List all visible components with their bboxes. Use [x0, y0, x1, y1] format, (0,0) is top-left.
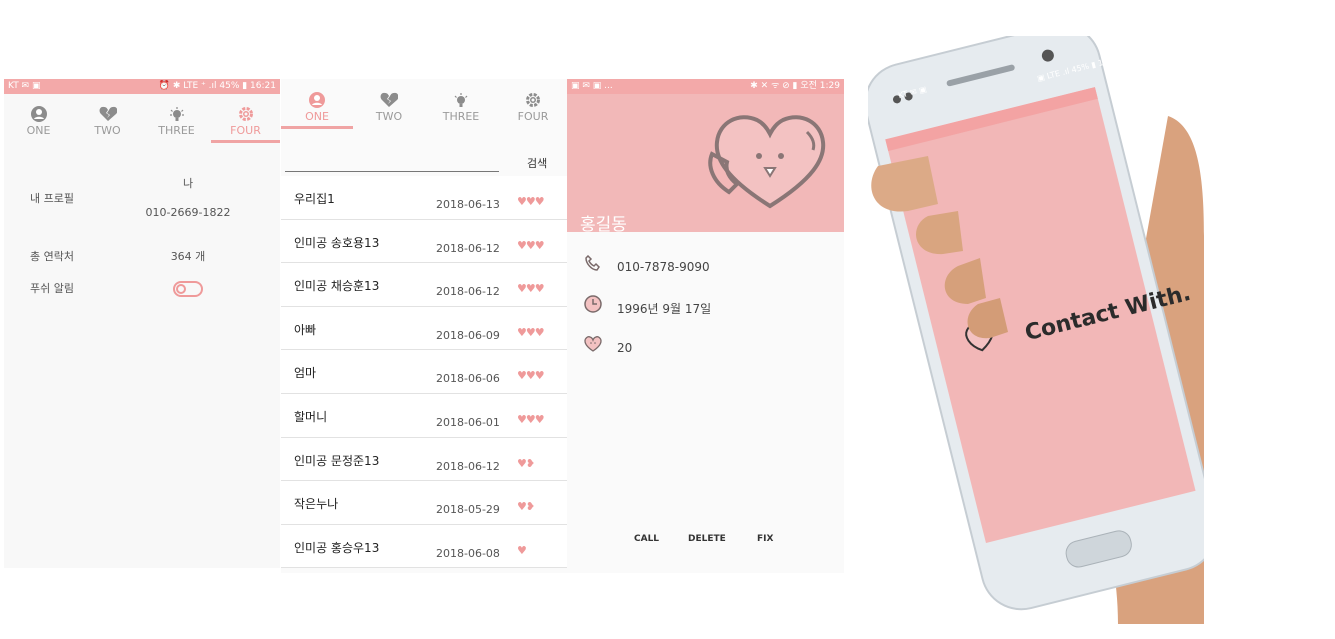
- heart-phone-illustration: [708, 115, 826, 209]
- status-right: ✱ ✕ ᯤ ⊘ ▮ 오전 1:29: [750, 81, 840, 91]
- tab-three-label: THREE: [442, 110, 480, 123]
- tab-one[interactable]: ONE: [4, 106, 73, 137]
- heart-rating-icon: ♥♥♥: [517, 238, 545, 252]
- contact-list-item[interactable]: 우리집1 2018-06-13 ♥♥♥: [281, 176, 567, 220]
- contact-name: 홍길동: [580, 215, 627, 235]
- heart-rating-icon: ♥❥: [517, 456, 535, 470]
- heart-rating-icon: ♥: [517, 543, 527, 557]
- contact-date: 2018-06-13: [436, 198, 500, 211]
- status-left: KT ✉ ▣: [8, 81, 41, 91]
- gear-icon: [211, 106, 280, 124]
- contact-name: 인미공 문정준13: [294, 453, 380, 468]
- phone-row[interactable]: 010-7878-9090: [583, 254, 710, 275]
- person-icon: [281, 92, 353, 110]
- phone-icon: [583, 254, 603, 275]
- contact-date: 2018-05-29: [436, 503, 500, 517]
- heart-rating-icon: ♥♥♥: [517, 412, 545, 426]
- push-notification-toggle[interactable]: [173, 281, 203, 297]
- contact-date: 2018-06-09: [436, 328, 500, 342]
- bulb-icon: [142, 106, 211, 124]
- contact-name: 인미공 채승훈13: [294, 279, 380, 294]
- contact-list-item[interactable]: 작은누나 2018-05-29 ♥❥: [281, 481, 567, 525]
- tab-three[interactable]: THREE: [142, 106, 211, 137]
- delete-button[interactable]: DELETE: [688, 534, 726, 544]
- search-button[interactable]: 검색: [527, 155, 547, 171]
- tab-one-label: ONE: [305, 110, 329, 123]
- heart-rating-icon: ♥♥♥: [517, 195, 545, 208]
- tab-four-label: FOUR: [517, 110, 549, 123]
- gear-icon: [497, 92, 569, 110]
- contact-list-item[interactable]: 인미공 채승훈13 2018-06-12 ♥♥♥: [281, 263, 567, 307]
- push-notification-label: 푸쉬 알림: [30, 282, 74, 295]
- contact-name: 엄마: [294, 366, 317, 381]
- contact-date: 2018-06-01: [436, 415, 500, 429]
- tab-bar: ONE TWO THREE FOUR: [4, 106, 280, 143]
- score-row: 20: [583, 336, 632, 356]
- status-bar: KT ✉ ▣ ⏰ ✱ LTE ⁺ .ıl 45% ▮ 16:21: [4, 79, 280, 94]
- contact-date: 2018-06-06: [436, 372, 500, 386]
- clock-icon: [583, 295, 603, 317]
- tab-four[interactable]: FOUR: [211, 106, 280, 143]
- contact-list: 우리집1 2018-06-13 ♥♥♥ 인미공 송호용13 2018-06-12 ♥♥♥ 인…: [281, 176, 567, 569]
- contact-list-screen: ONE TWO THREE FOUR 검색 우리집1 2018-06-13 ♥♥♥ 인…: [281, 79, 567, 573]
- contact-date: 2018-06-12: [436, 241, 500, 255]
- status-right: ⏰ ✱ LTE ⁺ .ıl 45% ▮ 16:21: [158, 81, 276, 91]
- tab-two-label: TWO: [375, 110, 403, 123]
- person-icon: [4, 106, 73, 124]
- contact-phone: 010-7878-9090: [617, 260, 710, 274]
- heart-face-icon: [583, 336, 603, 356]
- status-left: ▣ ✉ ▣ ...: [571, 81, 613, 91]
- contact-name: 아빠: [294, 322, 317, 337]
- contact-name: 할머니: [294, 409, 328, 424]
- contact-list-item[interactable]: 인미공 홍승우13 2018-06-08 ♥: [281, 524, 567, 569]
- contact-name: 작은누나: [294, 497, 339, 512]
- heart-rating-icon: ♥♥♥: [517, 369, 545, 383]
- tab-four[interactable]: FOUR: [497, 92, 569, 123]
- tab-bar: ONE TWO THREE FOUR: [281, 92, 569, 129]
- tab-one[interactable]: ONE: [281, 92, 353, 129]
- broken-heart-icon: [73, 106, 142, 124]
- heart-rating-icon: ♥❥: [517, 500, 535, 514]
- contact-list-item[interactable]: 인미공 문정준13 2018-06-12 ♥❥: [281, 437, 567, 482]
- contact-list-item[interactable]: 엄마 2018-06-06 ♥♥♥: [281, 350, 567, 394]
- broken-heart-icon: [353, 92, 425, 110]
- contact-name: 우리집1: [294, 192, 335, 206]
- tab-two[interactable]: TWO: [73, 106, 142, 137]
- call-button[interactable]: CALL: [634, 534, 659, 544]
- tab-three[interactable]: THREE: [425, 92, 497, 123]
- heart-rating-icon: ♥♥♥: [517, 282, 545, 296]
- status-bar: ▣ ✉ ▣ ... ✱ ✕ ᯤ ⊘ ▮ 오전 1:29: [567, 79, 844, 94]
- tab-four-label: FOUR: [230, 124, 261, 137]
- total-contacts-value: 364 개: [170, 250, 206, 263]
- contact-name: 인미공 홍승우13: [294, 540, 380, 555]
- tab-two-label: TWO: [94, 124, 121, 137]
- profile-label: 내 프로필: [30, 192, 74, 205]
- contact-score: 20: [617, 341, 633, 355]
- contact-detail-screen: ▣ ✉ ▣ ... ✱ ✕ ᯤ ⊘ ▮ 오전 1:29 홍길동 010-7878…: [567, 79, 844, 573]
- contact-date: 2018-06-12: [436, 285, 500, 299]
- tab-three-label: THREE: [158, 124, 195, 137]
- profile-screen: KT ✉ ▣ ⏰ ✱ LTE ⁺ .ıl 45% ▮ 16:21 ONE TWO…: [4, 79, 280, 568]
- contact-birthday: 1996년 9월 17일: [617, 302, 712, 316]
- contact-date: 2018-06-12: [436, 459, 500, 473]
- contact-list-item[interactable]: 인미공 송호용13 2018-06-12 ♥♥♥: [281, 219, 567, 264]
- contact-header: 홍길동: [567, 94, 844, 235]
- contact-list-item[interactable]: 아빠 2018-06-09 ♥♥♥: [281, 306, 567, 351]
- search-input[interactable]: [285, 171, 499, 172]
- fix-button[interactable]: FIX: [757, 534, 773, 544]
- bulb-icon: [425, 92, 497, 110]
- phone-mockup: KT ✉ ▣ ▣ LTE .ıl 45% ▮ 16:04 Contact Wit…: [864, 23, 1218, 624]
- contact-list-item[interactable]: 할머니 2018-06-01 ♥♥♥: [281, 393, 567, 438]
- heart-rating-icon: ♥♥♥: [517, 325, 545, 339]
- toggle-knob: [176, 284, 186, 294]
- total-contacts-label: 총 연락처: [30, 250, 74, 263]
- contact-date: 2018-06-08: [436, 546, 500, 560]
- contact-name: 인미공 송호용13: [294, 235, 380, 250]
- profile-phone: 010-2669-1822: [145, 206, 231, 219]
- profile-name: 나: [182, 177, 194, 190]
- tab-two[interactable]: TWO: [353, 92, 425, 123]
- tab-one-label: ONE: [26, 124, 51, 137]
- birthday-row: 1996년 9월 17일: [583, 295, 711, 317]
